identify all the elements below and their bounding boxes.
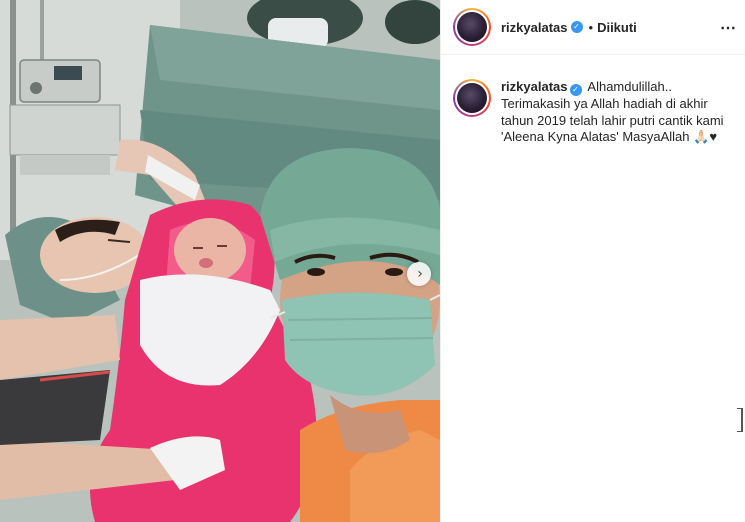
avatar[interactable]: [453, 8, 491, 46]
avatar-image: [457, 12, 487, 42]
caption-avatar[interactable]: [453, 79, 491, 117]
caption-text: rizkyalatas ✓ Alhamdulillah.. Terimakasih…: [501, 79, 733, 146]
verified-badge-icon: ✓: [570, 21, 583, 33]
caption-username[interactable]: rizkyalatas: [501, 79, 568, 94]
separator: •: [588, 19, 594, 35]
follow-status-button[interactable]: Diikuti: [597, 20, 637, 35]
post-photo[interactable]: ›: [0, 0, 440, 522]
post-image: [0, 0, 440, 522]
more-options-icon[interactable]: ⋯: [720, 18, 737, 38]
chevron-right-icon: ›: [417, 266, 423, 282]
avatar-image: [457, 83, 487, 113]
next-photo-button[interactable]: ›: [407, 262, 431, 286]
post-side-panel: rizkyalatas ✓ • Diikuti ⋯ rizkyalatas ✓ A…: [440, 0, 745, 522]
header-username[interactable]: rizkyalatas: [501, 20, 568, 35]
verified-badge-icon: ✓: [569, 84, 582, 96]
post-header: rizkyalatas ✓ • Diikuti ⋯: [441, 0, 745, 55]
caption: rizkyalatas ✓ Alhamdulillah.. Terimakasih…: [441, 55, 745, 146]
scroll-indicator[interactable]: [737, 408, 743, 432]
